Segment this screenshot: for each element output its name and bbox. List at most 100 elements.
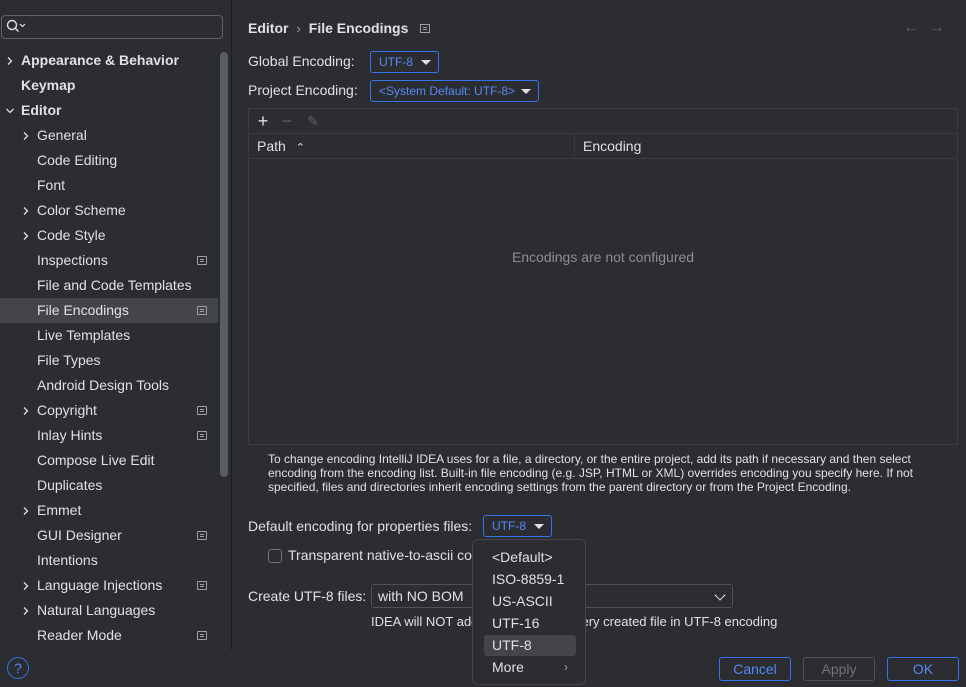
sidebar-item-label: Editor bbox=[21, 102, 62, 118]
encoding-column-header[interactable]: Encoding bbox=[575, 134, 957, 159]
dropdown-option-default[interactable]: <Default> bbox=[484, 547, 576, 568]
sidebar-item-file-and-code-templates[interactable]: File and Code Templates bbox=[0, 273, 218, 298]
sidebar-item-android-design-tools[interactable]: Android Design Tools bbox=[0, 373, 218, 398]
sidebar-item-inspections[interactable]: Inspections bbox=[0, 248, 218, 273]
table-header: Path ⌃ Encoding bbox=[249, 134, 957, 159]
chevron-right-icon[interactable] bbox=[4, 48, 16, 73]
edit-icon[interactable]: ✎ bbox=[305, 113, 321, 129]
main-panel: Editor › File Encodings ← → Global Encod… bbox=[233, 0, 966, 650]
dropdown-option-label: ISO-8859-1 bbox=[492, 571, 565, 587]
sidebar-item-reader-mode[interactable]: Reader Mode bbox=[0, 623, 218, 648]
sidebar-item-label: Natural Languages bbox=[37, 602, 156, 618]
sidebar-item-label: Duplicates bbox=[37, 477, 103, 493]
chevron-down-icon[interactable] bbox=[4, 98, 16, 123]
project-scope-icon bbox=[197, 306, 207, 315]
empty-table-message: Encodings are not configured bbox=[511, 249, 695, 265]
sort-ascending-icon: ⌃ bbox=[295, 142, 305, 154]
sidebar-scrollbar[interactable] bbox=[220, 52, 228, 477]
sidebar-item-keymap[interactable]: Keymap bbox=[0, 73, 218, 98]
sidebar-item-label: Language Injections bbox=[37, 577, 163, 593]
chevron-right-icon[interactable] bbox=[20, 398, 32, 423]
remove-icon[interactable]: − bbox=[279, 112, 295, 130]
sidebar-item-label: File Encodings bbox=[37, 302, 129, 318]
sidebar-item-natural-languages[interactable]: Natural Languages bbox=[0, 598, 218, 623]
chevron-right-icon[interactable] bbox=[20, 198, 32, 223]
properties-encoding-combo[interactable]: UTF-8 bbox=[483, 515, 552, 537]
project-encoding-value: <System Default: UTF-8> bbox=[379, 84, 516, 98]
dropdown-option-label: <Default> bbox=[492, 549, 553, 565]
sidebar-item-code-editing[interactable]: Code Editing bbox=[0, 148, 218, 173]
chevron-right-icon[interactable] bbox=[20, 123, 32, 148]
chevron-right-icon[interactable] bbox=[20, 573, 32, 598]
dropdown-option-us-ascii[interactable]: US-ASCII bbox=[484, 591, 576, 612]
properties-encoding-value: UTF-8 bbox=[492, 519, 526, 533]
path-header-label: Path bbox=[257, 138, 286, 154]
dropdown-arrow-icon bbox=[521, 89, 531, 94]
search-field[interactable] bbox=[1, 15, 223, 39]
breadcrumb: Editor › File Encodings bbox=[248, 19, 431, 37]
sidebar-item-emmet[interactable]: Emmet bbox=[0, 498, 218, 523]
chevron-down-icon bbox=[714, 589, 726, 601]
dropdown-option-iso-8859-1[interactable]: ISO-8859-1 bbox=[484, 569, 576, 590]
table-toolbar: + − ✎ bbox=[249, 109, 957, 134]
sidebar-item-intentions[interactable]: Intentions bbox=[0, 548, 218, 573]
forward-arrow-icon[interactable]: → bbox=[929, 19, 945, 37]
sidebar-item-editor[interactable]: Editor bbox=[0, 98, 218, 123]
sidebar-item-label: Compose Live Edit bbox=[37, 452, 155, 468]
transparent-ascii-label[interactable]: Transparent native-to-ascii co bbox=[288, 547, 472, 563]
sidebar-item-duplicates[interactable]: Duplicates bbox=[0, 473, 218, 498]
sidebar-item-label: Code Editing bbox=[37, 152, 118, 168]
sidebar-item-file-encodings[interactable]: File Encodings bbox=[0, 298, 218, 323]
breadcrumb-separator: › bbox=[296, 20, 301, 36]
project-scope-icon bbox=[197, 581, 207, 590]
sidebar-item-color-scheme[interactable]: Color Scheme bbox=[0, 198, 218, 223]
sidebar-item-live-templates[interactable]: Live Templates bbox=[0, 323, 218, 348]
chevron-right-icon[interactable] bbox=[20, 498, 32, 523]
ok-button[interactable]: OK bbox=[887, 657, 959, 681]
sidebar-item-file-types[interactable]: File Types bbox=[0, 348, 218, 373]
sidebar-item-compose-live-edit[interactable]: Compose Live Edit bbox=[0, 448, 218, 473]
dropdown-arrow-icon bbox=[421, 60, 431, 65]
apply-button[interactable]: Apply bbox=[803, 657, 875, 681]
dropdown-option-label: UTF-8 bbox=[492, 637, 532, 653]
help-button[interactable]: ? bbox=[7, 657, 29, 679]
sidebar-item-gui-designer[interactable]: GUI Designer bbox=[0, 523, 218, 548]
back-arrow-icon[interactable]: ← bbox=[903, 19, 919, 37]
search-input[interactable] bbox=[28, 18, 218, 36]
sidebar-item-appearance-behavior[interactable]: Appearance & Behavior bbox=[0, 48, 218, 73]
sidebar-item-label: Font bbox=[37, 177, 66, 193]
sidebar-item-label: Emmet bbox=[37, 502, 82, 518]
sidebar-item-code-style[interactable]: Code Style bbox=[0, 223, 218, 248]
project-encoding-combo[interactable]: <System Default: UTF-8> bbox=[370, 80, 539, 102]
sidebar-item-font[interactable]: Font bbox=[0, 173, 218, 198]
sidebar-item-label: File Types bbox=[37, 352, 101, 368]
settings-sidebar: Appearance & Behavior Keymap Editor General… bbox=[0, 0, 232, 650]
sidebar-item-label: General bbox=[37, 127, 87, 143]
dropdown-option-utf-8[interactable]: UTF-8 bbox=[484, 635, 576, 656]
transparent-ascii-checkbox[interactable] bbox=[268, 549, 282, 563]
bom-note-left: IDEA will NOT add bbox=[371, 614, 479, 629]
bom-note-right: very created file in UTF-8 encoding bbox=[575, 614, 778, 629]
breadcrumb-parent[interactable]: Editor bbox=[248, 20, 288, 36]
sidebar-item-language-injections[interactable]: Language Injections bbox=[0, 573, 218, 598]
settings-tree: Appearance & Behavior Keymap Editor General… bbox=[0, 48, 218, 648]
path-column-header[interactable]: Path ⌃ bbox=[249, 134, 575, 159]
sidebar-item-copyright[interactable]: Copyright bbox=[0, 398, 218, 423]
global-encoding-combo[interactable]: UTF-8 bbox=[370, 51, 439, 73]
add-icon[interactable]: + bbox=[255, 112, 271, 130]
search-icon bbox=[6, 19, 26, 32]
sidebar-item-label: Color Scheme bbox=[37, 202, 126, 218]
project-scope-icon bbox=[197, 431, 207, 440]
chevron-right-icon[interactable] bbox=[20, 598, 32, 623]
dropdown-option-utf-16[interactable]: UTF-16 bbox=[484, 613, 576, 634]
sidebar-item-label: Code Style bbox=[37, 227, 106, 243]
sidebar-item-label: File and Code Templates bbox=[37, 277, 192, 293]
sidebar-item-inlay-hints[interactable]: Inlay Hints bbox=[0, 423, 218, 448]
sidebar-item-label: Inlay Hints bbox=[37, 427, 103, 443]
cancel-button[interactable]: Cancel bbox=[719, 657, 791, 681]
chevron-right-icon[interactable] bbox=[20, 223, 32, 248]
project-scope-icon bbox=[197, 631, 207, 640]
dropdown-option-label: UTF-16 bbox=[492, 615, 540, 631]
dropdown-option-more[interactable]: More › bbox=[484, 657, 576, 678]
sidebar-item-general[interactable]: General bbox=[0, 123, 218, 148]
